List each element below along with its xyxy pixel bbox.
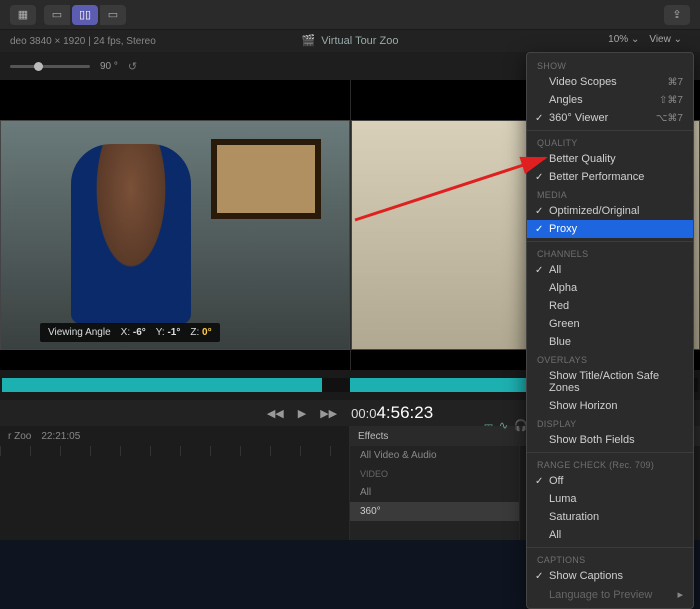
menu-section: DISPLAY [527, 415, 693, 431]
view-mode-1[interactable]: ▭ [44, 5, 70, 25]
menu-item-both-fields[interactable]: Show Both Fields [527, 431, 693, 449]
timeline-panel[interactable]: r Zoo 22:21:05 [0, 426, 350, 540]
project-title: 🎬 Virtual Tour Zoo [302, 34, 399, 47]
viewer-left[interactable]: Viewing Angle X: -6° Y: -1° Z: 0° [0, 80, 350, 370]
view-mode-group: ▭ ▯▯ ▭ [44, 5, 126, 25]
menu-section: OVERLAYS [527, 351, 693, 367]
menu-section: RANGE CHECK (Rec. 709) [527, 456, 693, 472]
view-menu-button[interactable]: View ⌄ [649, 34, 682, 45]
menu-item-green[interactable]: Green [527, 315, 693, 333]
layout-button-a[interactable]: ▦ [10, 5, 36, 25]
menu-item-horizon[interactable]: Show Horizon [527, 397, 693, 415]
menu-item-range-all[interactable]: All [527, 526, 693, 544]
left-frame [0, 120, 350, 350]
menu-section: CAPTIONS [527, 551, 693, 567]
menu-item-safe-zones[interactable]: Show Title/Action Safe Zones [527, 367, 693, 397]
view-mode-2[interactable]: ▯▯ [72, 5, 98, 25]
chevron-down-icon: ⌄ [674, 34, 682, 45]
chevron-down-icon: ⌄ [631, 34, 639, 45]
timeline-tc: 22:21:05 [41, 431, 80, 442]
play-button[interactable]: ▶ [298, 407, 306, 420]
menu-section: CHANNELS [527, 245, 693, 261]
zoom-level[interactable]: 10% ⌄ [608, 34, 639, 45]
angle-value: 90 ° [100, 61, 118, 72]
view-mode-3[interactable]: ▭ [100, 5, 126, 25]
effects-category-selected[interactable]: 360° [350, 502, 519, 521]
menu-item-alpha[interactable]: Alpha [527, 279, 693, 297]
menu-item-360-viewer[interactable]: 360° Viewer⌥⌘7 [527, 109, 693, 127]
chevron-right-icon: ▸ [677, 588, 683, 601]
effects-sidebar: Effects All Video & Audio VIDEO All 360° [350, 426, 520, 540]
menu-item-saturation[interactable]: Saturation [527, 508, 693, 526]
menu-item-red[interactable]: Red [527, 297, 693, 315]
menu-section: QUALITY [527, 134, 693, 150]
audio-skim-icon[interactable]: ∿ [499, 419, 508, 432]
view-menu: SHOW Video Scopes⌘7 Angles⇧⌘7 360° Viewe… [526, 52, 694, 609]
cinema-icon: 🎬 [302, 34, 316, 47]
effects-category[interactable]: All Video & Audio [350, 446, 519, 465]
share-button[interactable]: ⇪ [664, 5, 690, 25]
clip-specs: deo 3840 × 1920 | 24 fps, Stereo [10, 36, 156, 47]
menu-section: MEDIA [527, 186, 693, 202]
top-toolbar: ▦ ▭ ▯▯ ▭ ⇪ [0, 0, 700, 30]
menu-item-proxy[interactable]: Proxy [527, 220, 693, 238]
menu-item-blue[interactable]: Blue [527, 333, 693, 351]
timeline-ruler[interactable] [0, 446, 349, 456]
next-button[interactable]: ▶▶ [320, 407, 337, 420]
timeline-name: r Zoo [8, 431, 31, 442]
effects-section-label: VIDEO [350, 465, 519, 483]
menu-item-channels-all[interactable]: All [527, 261, 693, 279]
menu-item-optimized[interactable]: Optimized/Original [527, 202, 693, 220]
menu-item-language-preview[interactable]: Language to Preview▸ [527, 585, 693, 604]
effects-category[interactable]: All [350, 483, 519, 502]
viewing-angle-overlay: Viewing Angle X: -6° Y: -1° Z: 0° [40, 323, 220, 342]
menu-item-angles[interactable]: Angles⇧⌘7 [527, 91, 693, 109]
angle-slider[interactable] [10, 65, 90, 68]
share-icon: ⇪ [672, 8, 681, 21]
menu-section: SHOW [527, 57, 693, 73]
skimming-icon[interactable]: ⎓ [484, 419, 493, 432]
menu-item-luma[interactable]: Luma [527, 490, 693, 508]
menu-item-range-off[interactable]: Off [527, 472, 693, 490]
reset-icon[interactable]: ↺ [128, 60, 137, 73]
prev-button[interactable]: ◀◀ [267, 407, 284, 420]
menu-item-show-captions[interactable]: Show Captions [527, 567, 693, 585]
menu-item-better-performance[interactable]: Better Performance [527, 168, 693, 186]
menu-item-video-scopes[interactable]: Video Scopes⌘7 [527, 73, 693, 91]
timecode: 00:04:56:23 [351, 403, 433, 423]
grid-icon: ▦ [18, 8, 28, 21]
menu-item-better-quality[interactable]: Better Quality [527, 150, 693, 168]
